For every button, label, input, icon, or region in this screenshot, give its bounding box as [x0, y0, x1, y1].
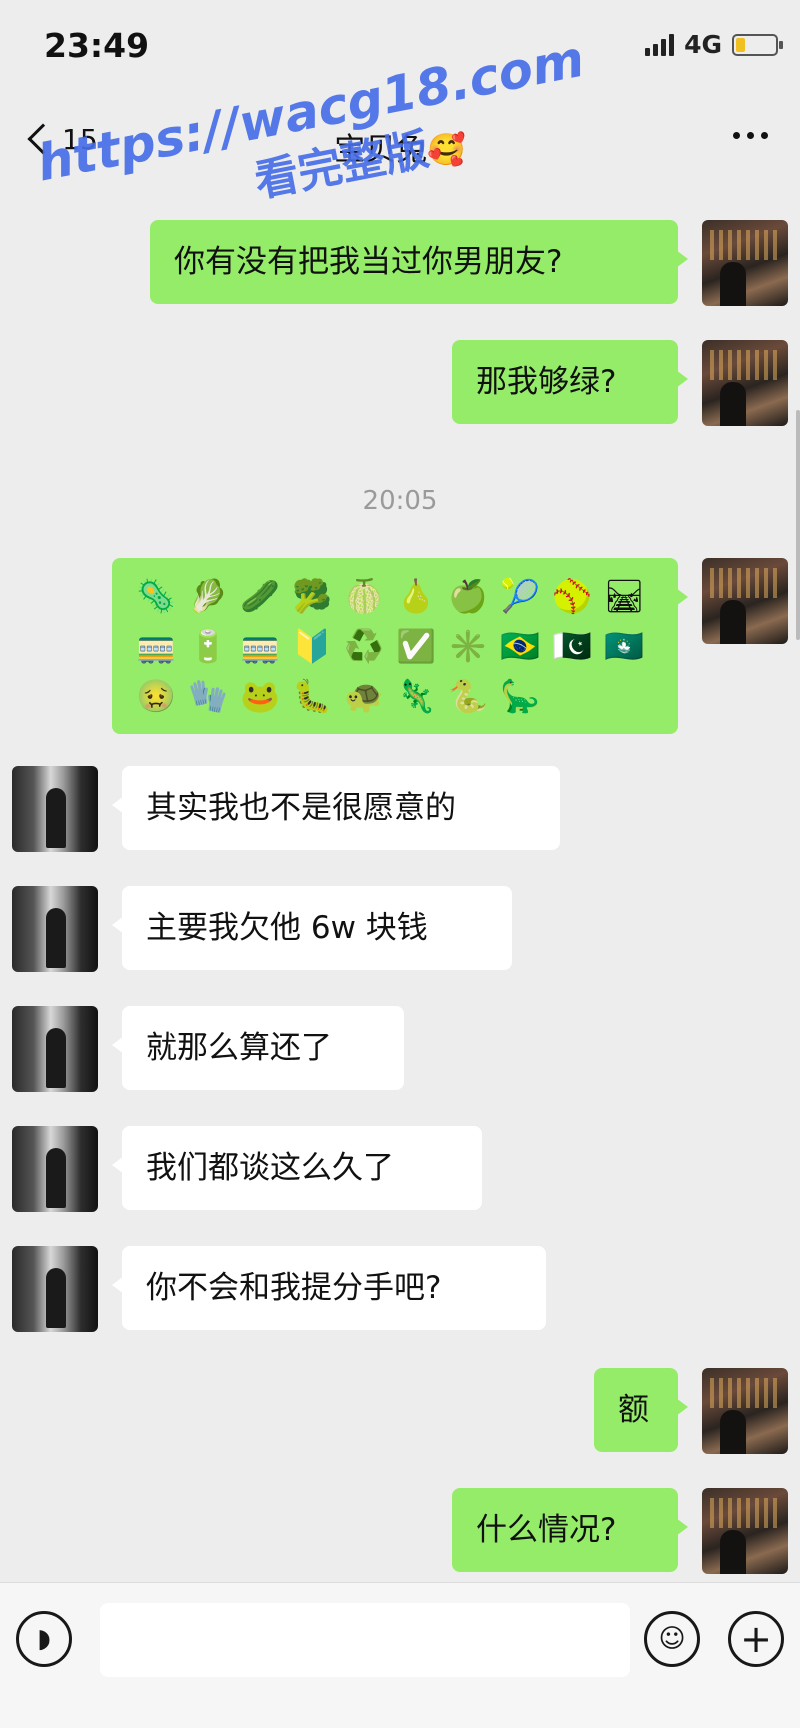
message-bubble[interactable]: 就那么算还了 [112, 1006, 404, 1090]
emoji-icon: 🚃 [136, 627, 176, 665]
emoji-icon: 🚃 [240, 627, 280, 665]
dot-icon [733, 132, 740, 139]
emoji-row: 🤢 🧤 🐸 🐛 🐢 🦎 🐍 🦕 [130, 672, 660, 722]
my-avatar[interactable] [702, 1488, 788, 1574]
emoji-icon: ✅ [396, 627, 436, 665]
chat-title: 宝贝兔🥰 [334, 132, 466, 168]
message-bubble[interactable]: 那我够绿? [452, 340, 688, 424]
emoji-icon: ♻️ [344, 627, 384, 665]
emoji-icon: 🦠 [136, 577, 176, 615]
emoji-icon: 🔋 [188, 627, 228, 665]
emoji-icon: 🐢 [344, 677, 384, 715]
input-bar: ◗ ☺ + [0, 1582, 800, 1728]
plus-icon: + [740, 1617, 772, 1661]
dot-icon [747, 132, 754, 139]
smiley-icon: ☺ [658, 1624, 686, 1654]
battery-icon [732, 33, 783, 56]
nav-bar: 15 宝贝兔🥰 [0, 96, 800, 186]
emoji-message-bubble[interactable]: 🦠 🥬 🥒 🥦 🍈 🍐 🍏 🎾 🥎 🛤 🚃 🔋 🚃 🔰 ♻️ ✅ ✳️ 🇧🇷 🇵🇰 🇲🇴 🤢 🧤 🐸 🐛 🐢 🦎 🐍 🦕 [112, 558, 688, 734]
signal-icon [645, 33, 675, 56]
contact-avatar[interactable] [12, 1006, 98, 1092]
chat-screen: 23:49 4G 15 宝贝兔🥰 https://wacg18.com 看完整版… [0, 0, 800, 1728]
message-bubble[interactable]: 什么情况? [452, 1488, 688, 1572]
more-options-button[interactable] [733, 132, 768, 139]
emoji-icon: 🤢 [136, 677, 176, 715]
message-bubble[interactable]: 其实我也不是很愿意的 [112, 766, 560, 850]
emoji-icon: 🍐 [396, 577, 436, 615]
dot-icon [761, 132, 768, 139]
status-time: 23:49 [44, 26, 150, 65]
voice-icon: ◗ [37, 1624, 51, 1654]
emoji-icon: ✳️ [448, 627, 488, 665]
emoji-row: 🦠 🥬 🥒 🥦 🍈 🍐 🍏 🎾 🥎 🛤 [130, 572, 660, 622]
emoji-icon: 🦕 [500, 677, 540, 715]
message-bubble[interactable]: 你不会和我提分手吧? [112, 1246, 546, 1330]
emoji-icon: 🥦 [292, 577, 332, 615]
emoji-icon: 🐛 [292, 677, 332, 715]
status-icons: 4G [645, 30, 783, 59]
emoji-icon: 🦎 [396, 677, 436, 715]
emoji-icon: 🔰 [292, 627, 332, 665]
emoji-icon: 🥎 [552, 577, 592, 615]
contact-avatar[interactable] [12, 886, 98, 972]
message-bubble[interactable]: 你有没有把我当过你男朋友? [150, 220, 688, 304]
emoji-icon: 🇵🇰 [552, 627, 592, 665]
message-bubble[interactable]: 我们都谈这么久了 [112, 1126, 482, 1210]
emoji-icon: 🥒 [240, 577, 280, 615]
emoji-icon: 🇧🇷 [500, 627, 540, 665]
emoji-icon: 🇲🇴 [604, 627, 644, 665]
message-bubble[interactable]: 主要我欠他 6w 块钱 [112, 886, 512, 970]
emoji-icon: 🎾 [500, 577, 540, 615]
message-bubble[interactable]: 额 [594, 1368, 688, 1452]
emoji-button[interactable]: ☺ [644, 1611, 700, 1667]
emoji-icon: 🐸 [240, 677, 280, 715]
my-avatar[interactable] [702, 558, 788, 644]
my-avatar[interactable] [702, 1368, 788, 1454]
contact-avatar[interactable] [12, 766, 98, 852]
status-bar: 23:49 4G [0, 0, 800, 96]
contact-avatar[interactable] [12, 1126, 98, 1212]
my-avatar[interactable] [702, 340, 788, 426]
message-timestamp: 20:05 [362, 486, 438, 516]
my-avatar[interactable] [702, 220, 788, 306]
emoji-icon: 🍈 [344, 577, 384, 615]
contact-avatar[interactable] [12, 1246, 98, 1332]
emoji-icon: 🧤 [188, 677, 228, 715]
emoji-row: 🚃 🔋 🚃 🔰 ♻️ ✅ ✳️ 🇧🇷 🇵🇰 🇲🇴 [130, 622, 660, 672]
emoji-icon: 🐍 [448, 677, 488, 715]
voice-input-button[interactable]: ◗ [16, 1611, 72, 1667]
emoji-icon: 🍏 [448, 577, 488, 615]
more-actions-button[interactable]: + [728, 1611, 784, 1667]
emoji-icon: 🥬 [188, 577, 228, 615]
network-type: 4G [684, 30, 722, 59]
message-input[interactable] [100, 1603, 630, 1677]
scrollbar[interactable] [796, 410, 800, 640]
emoji-icon: 🛤 [603, 577, 645, 615]
